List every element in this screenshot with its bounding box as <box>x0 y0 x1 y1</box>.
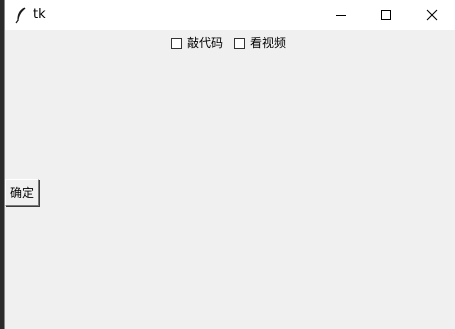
checkbox-box[interactable] <box>234 37 245 49</box>
title-bar: tk <box>5 0 455 30</box>
minimize-icon <box>335 6 347 25</box>
confirm-button[interactable]: 确定 <box>5 179 39 206</box>
maximize-icon <box>380 6 392 25</box>
checkbox-label: 看视频 <box>250 36 287 50</box>
close-button[interactable] <box>409 0 455 30</box>
checkbox-coding[interactable]: 敲代码 <box>171 34 223 52</box>
close-icon <box>426 6 438 25</box>
checkbox-box[interactable] <box>171 37 182 49</box>
maximize-button[interactable] <box>363 0 409 30</box>
app-window: tk 敲代码 看视频 确定 <box>4 0 455 329</box>
checkbox-label: 敲代码 <box>187 36 224 50</box>
feather-icon <box>13 6 29 24</box>
minimize-button[interactable] <box>318 0 364 30</box>
checkbox-row: 敲代码 看视频 <box>5 34 455 52</box>
window-title: tk <box>33 7 46 22</box>
checkbox-video[interactable]: 看视频 <box>234 34 286 52</box>
